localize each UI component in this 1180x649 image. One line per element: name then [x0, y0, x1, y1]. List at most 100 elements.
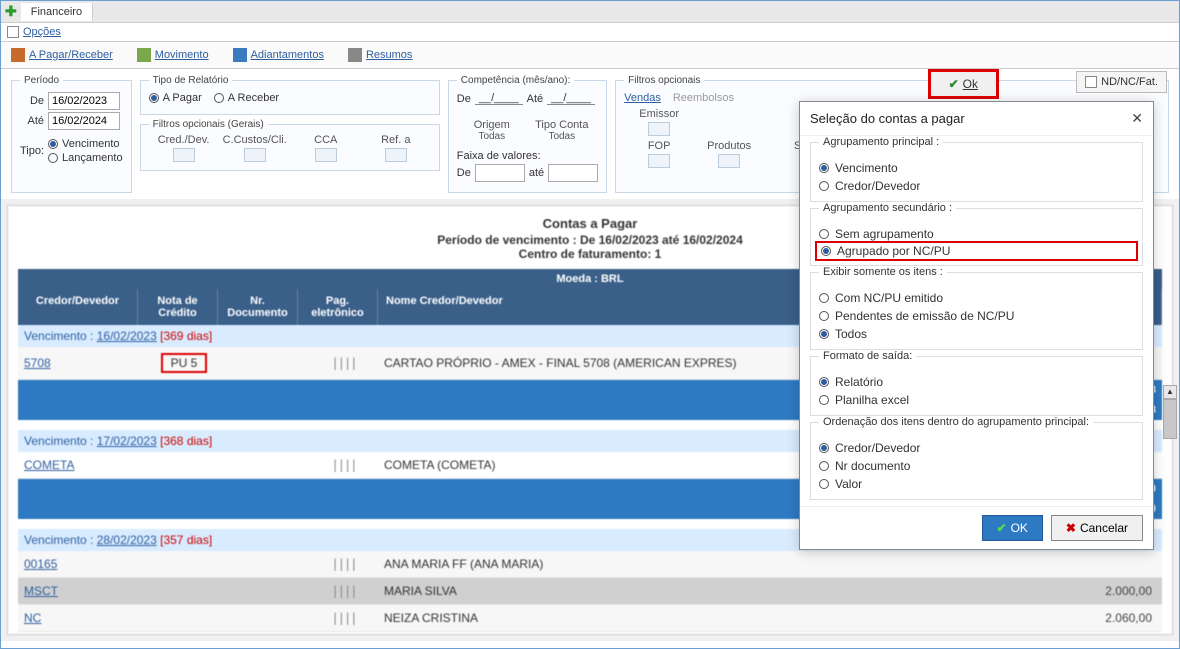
- radio-icon: [819, 293, 829, 303]
- radio-label: Vencimento: [835, 161, 898, 175]
- col-pag-eletronico[interactable]: Pag. eletrônico: [298, 289, 378, 325]
- tipo-vencimento-radio[interactable]: Vencimento: [48, 138, 123, 150]
- col-nr-documento[interactable]: Nr. Documento: [218, 289, 298, 325]
- scrollbar-thumb[interactable]: [1163, 399, 1177, 439]
- cell-credor-link[interactable]: COMETA: [24, 458, 144, 472]
- options-label[interactable]: Opções: [23, 26, 61, 38]
- radio-option[interactable]: Vencimento: [819, 159, 1134, 177]
- dialog-ok-button[interactable]: ✔ OK: [982, 515, 1043, 541]
- radio-option[interactable]: Pendentes de emissão de NC/PU: [819, 307, 1134, 325]
- resumos-icon: [348, 48, 362, 62]
- radio-option[interactable]: Com NC/PU emitido: [819, 289, 1134, 307]
- radio-icon: [821, 246, 831, 256]
- faixa-de-input[interactable]: [475, 164, 525, 182]
- cell-credor-link[interactable]: 00165: [24, 557, 144, 571]
- fo-emissor[interactable]: Emissor: [624, 108, 694, 136]
- fo-produtos[interactable]: Produtos: [694, 140, 764, 168]
- dialog-section-formato: Formato de saída: Relatório Planilha exc…: [810, 356, 1143, 416]
- barcode-icon[interactable]: ||||: [304, 458, 384, 472]
- cell-credor-link[interactable]: MSCT: [24, 584, 144, 598]
- cell-valor: 2.060,00: [1086, 611, 1156, 625]
- a-pagar-radio[interactable]: A Pagar: [149, 92, 202, 104]
- radio-label: Todos: [835, 327, 867, 341]
- toolbar-adiantamentos[interactable]: Adiantamentos: [233, 48, 324, 62]
- tab-label: Financeiro: [31, 6, 82, 18]
- doc-icon: [1085, 76, 1097, 88]
- barcode-icon[interactable]: ||||: [304, 356, 384, 370]
- vencimento-date-link[interactable]: 28/02/2023: [97, 533, 157, 547]
- ndnc-button[interactable]: ND/NC/Fat.: [1076, 71, 1167, 93]
- dialog-title: Seleção do contas a pagar: [810, 111, 965, 126]
- a-receber-radio[interactable]: A Receber: [214, 92, 279, 104]
- radio-icon: [819, 229, 829, 239]
- radio-option[interactable]: Credor/Devedor: [819, 177, 1134, 195]
- tab-bar: ✚ Financeiro: [1, 1, 1179, 23]
- radio-label: Credor/Devedor: [835, 179, 920, 193]
- dialog-close-icon[interactable]: ✕: [1131, 110, 1143, 127]
- check-icon: ✔: [997, 521, 1007, 535]
- toolbar-resumos[interactable]: Resumos: [348, 48, 412, 62]
- fo-fop[interactable]: FOP: [624, 140, 694, 168]
- toolbar: A Pagar/Receber Movimento Adiantamentos …: [1, 42, 1179, 69]
- section-title: Formato de saída:: [819, 350, 916, 362]
- table-row[interactable]: MSCT |||| MARIA SILVA 2.000,00: [18, 578, 1162, 605]
- radio-icon: [819, 479, 829, 489]
- radio-icon: [819, 461, 829, 471]
- faixa-ate-input[interactable]: [548, 164, 598, 182]
- section-title: Agrupamento secundário :: [819, 202, 956, 214]
- radio-option[interactable]: Nr documento: [819, 457, 1134, 475]
- period-de-input[interactable]: [48, 92, 120, 110]
- col-credor-devedor[interactable]: Credor/Devedor: [18, 289, 138, 325]
- comp-de-val[interactable]: __/____: [475, 92, 523, 105]
- ok-button-top[interactable]: ✔ Ok: [928, 69, 999, 99]
- radio-option[interactable]: Credor/Devedor: [819, 439, 1134, 457]
- tipo-lancamento-radio[interactable]: Lançamento: [48, 152, 123, 164]
- section-title: Ordenação dos itens dentro do agrupament…: [819, 416, 1093, 428]
- toolbar-movimento[interactable]: Movimento: [137, 48, 209, 62]
- fo-reembolsos[interactable]: Reembolsos: [673, 92, 734, 104]
- add-tab-icon[interactable]: ✚: [1, 3, 21, 20]
- dialog-section-exibir: Exibir somente os itens : Com NC/PU emit…: [810, 272, 1143, 350]
- cell-credor-link[interactable]: 5708: [24, 356, 144, 370]
- cell-credor-link[interactable]: NC: [24, 611, 144, 625]
- close-icon: ✖: [1066, 521, 1076, 535]
- fg-tipoconta[interactable]: Tipo ContaTodas: [527, 119, 597, 142]
- fg-ccustos[interactable]: C.Custos/Cli.: [219, 134, 291, 162]
- radio-label: Pendentes de emissão de NC/PU: [835, 309, 1014, 323]
- radio-label: Relatório: [835, 375, 883, 389]
- fg-creddev[interactable]: Cred./Dev.: [149, 134, 219, 162]
- radio-label: Valor: [835, 477, 862, 491]
- movimento-icon: [137, 48, 151, 62]
- options-bar: Opções: [1, 23, 1179, 42]
- radio-option[interactable]: Relatório: [819, 373, 1134, 391]
- col-nota-credito[interactable]: Nota de Crédito: [138, 289, 218, 325]
- cell-valor: 2.000,00: [1086, 584, 1156, 598]
- barcode-icon[interactable]: ||||: [304, 557, 384, 571]
- radio-option[interactable]: Planilha excel: [819, 391, 1134, 409]
- filtros-gerais-group: Filtros opcionais (Gerais) Cred./Dev. C.…: [140, 119, 440, 171]
- toolbar-a-pagar-receber[interactable]: A Pagar/Receber: [11, 48, 113, 62]
- dialog-section-agrup_secundario: Agrupamento secundário : Sem agrupamento…: [810, 208, 1143, 266]
- period-ate-input[interactable]: [48, 112, 120, 130]
- fg-cca[interactable]: CCA: [291, 134, 361, 162]
- scroll-up-icon[interactable]: ▲: [1163, 385, 1177, 399]
- radio-icon: [819, 377, 829, 387]
- radio-label: Nr documento: [835, 459, 910, 473]
- comp-ate-val[interactable]: __/____: [547, 92, 595, 105]
- dialog-cancel-button[interactable]: ✖ Cancelar: [1051, 515, 1143, 541]
- vencimento-date-link[interactable]: 16/02/2023: [97, 329, 157, 343]
- radio-option[interactable]: Todos: [819, 325, 1134, 343]
- fg-refa[interactable]: Ref. a: [361, 134, 431, 162]
- barcode-icon[interactable]: ||||: [304, 584, 384, 598]
- table-row[interactable]: 00165 |||| ANA MARIA FF (ANA MARIA): [18, 551, 1162, 578]
- radio-icon: [819, 163, 829, 173]
- barcode-icon[interactable]: ||||: [304, 611, 384, 625]
- fg-origem[interactable]: OrigemTodas: [457, 119, 527, 142]
- tab-financeiro[interactable]: Financeiro: [21, 3, 93, 21]
- table-row[interactable]: NC |||| NEIZA CRISTINA 2.060,00: [18, 605, 1162, 632]
- radio-option[interactable]: Valor: [819, 475, 1134, 493]
- radio-option[interactable]: Agrupado por NC/PU: [815, 241, 1138, 261]
- fo-vendas[interactable]: Vendas: [624, 92, 661, 104]
- radio-label: Com NC/PU emitido: [835, 291, 943, 305]
- vencimento-date-link[interactable]: 17/02/2023: [97, 434, 157, 448]
